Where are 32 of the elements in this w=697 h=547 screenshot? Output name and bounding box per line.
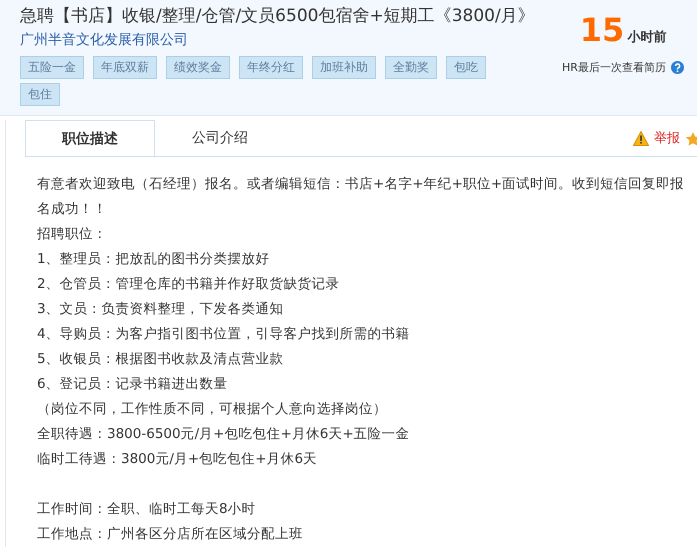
description-text: 1、整理员：把放乱的图书分类摆放好 (37, 250, 271, 269)
benefit-tag: 包住 (20, 83, 60, 106)
warning-icon (633, 130, 649, 146)
hours-unit: 小时前 (627, 29, 666, 46)
benefit-tag: 包吃 (446, 56, 486, 79)
benefit-tag: 五险一金 (20, 56, 84, 79)
benefit-tag: 年终分红 (239, 56, 303, 79)
tab[interactable]: 职位描述 (25, 120, 155, 158)
description-text: 工作地点：广州各区分店所在区域分配上班 (37, 525, 304, 544)
job-title: 急聘【书店】收银/整理/仓管/文员6500包宿舍+短期工《3800/月》 (20, 5, 536, 28)
description-text: 临时工待遇：3800元/月+包吃包住+月休6天 (37, 450, 318, 469)
company-link[interactable]: 广州半音文化发展有限公司 (20, 30, 188, 50)
description-text: 6、登记员：记录书籍进出数量 (37, 375, 229, 394)
description-text: 3、文员：负责资料整理，下发各类通知 (37, 300, 285, 319)
tab[interactable]: 公司介绍 (155, 120, 285, 156)
help-icon[interactable] (670, 61, 684, 74)
description-text: （岗位不同，工作性质不同，可根据个人意向选择岗位） (37, 400, 388, 419)
last-viewed-caption: HR最后一次查看简历 (562, 60, 666, 75)
benefit-tag: 加班补助 (312, 56, 376, 79)
description-text: 2、仓管员：管理仓库的书籍并作好取货缺货记录 (37, 275, 341, 294)
benefit-tag: 年底双薪 (93, 56, 157, 79)
description-text: 有意者欢迎致电（石经理）报名。或者编辑短信：书店+名字+年纪+职位+面试时间。收到短信回复即报名成功！！ (37, 175, 686, 219)
description-text: 工作时间：全职、临时工每天8小时 (37, 500, 257, 519)
report-link[interactable]: 举报 (654, 129, 680, 147)
benefit-tag: 绩效奖金 (166, 56, 230, 79)
description-text: 全职待遇：3800-6500元/月+包吃包住+月休6天+五险一金 (37, 425, 411, 444)
description-text: 5、收银员：根据图书收款及清点营业款 (37, 350, 285, 369)
benefit-tag: 全勤奖 (385, 56, 437, 79)
hours-number: 15 (580, 12, 624, 48)
description-text: 4、导购员：为客户指引图书位置，引导客户找到所需的书籍 (37, 325, 411, 344)
description-text: 招聘职位： (37, 225, 108, 244)
star-icon[interactable] (685, 130, 697, 146)
